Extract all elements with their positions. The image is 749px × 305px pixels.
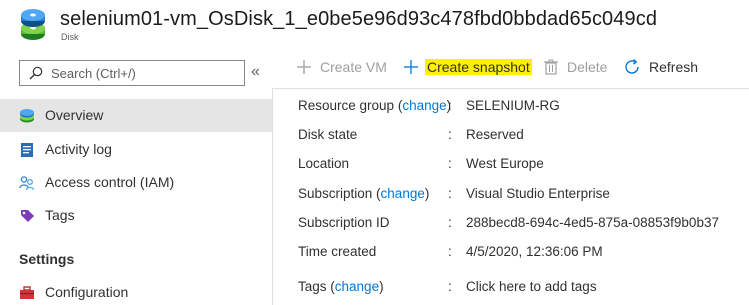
sidebar-item-label: Tags [45,207,75,223]
page-title: selenium01-vm_OsDisk_1_e0be5e96d93c478fb… [60,8,658,30]
resource-group-row: Resource group (change) : SELENIUM-RG [298,98,738,120]
add-tags-link[interactable]: Click here to add tags [466,279,597,294]
sidebar-item-label: Activity log [45,141,112,157]
create-vm-button[interactable]: Create VM [296,58,391,78]
activity-log-icon [21,143,33,157]
trash-icon [544,59,558,75]
time-created-key: Time created [298,244,377,259]
location-value: West Europe [466,156,544,171]
resource-group-value-link[interactable]: SELENIUM-RG [466,98,560,113]
change-resource-group-link[interactable]: change [402,98,446,113]
colon: : [448,156,452,171]
sidebar: Search (Ctrl+/) « Overview Activity log … [0,48,272,305]
delete-button[interactable]: Delete [543,58,613,78]
disk-state-key: Disk state [298,127,358,142]
section-settings-heading: Settings [19,251,75,267]
resource-type-label: Disk [61,32,79,42]
disk-overview-icon [20,109,34,123]
create-snapshot-button[interactable]: Create snapshot [403,58,532,78]
colon: : [448,244,452,259]
create-vm-label: Create VM [320,59,387,75]
sidebar-item-configuration[interactable]: Configuration [0,276,272,305]
sidebar-item-label: Overview [45,107,104,123]
search-placeholder: Search (Ctrl+/) [51,66,136,81]
tag-icon [21,210,34,222]
colon: : [448,279,452,294]
colon: : [448,186,452,201]
disk-icon [21,9,45,40]
location-key: Location [298,156,350,171]
refresh-label: Refresh [649,59,699,75]
command-bar: Create VM Create snapshot Delete Refresh [284,48,749,88]
search-icon [29,66,43,80]
search-input[interactable]: Search (Ctrl+/) [19,60,245,86]
collapse-sidebar-icon[interactable]: « [251,63,265,81]
resource-header: selenium01-vm_OsDisk_1_e0be5e96d93c478fb… [0,0,749,48]
subscription-id-row: Subscription ID : 288becd8-694c-4ed5-875… [298,215,738,237]
colon: : [448,127,452,142]
people-icon [19,176,35,191]
refresh-button[interactable]: Refresh [623,58,703,78]
delete-label: Delete [567,59,608,75]
sidebar-item-label: Configuration [45,284,129,300]
subscription-id-key: Subscription ID [298,215,390,230]
sidebar-item-tags[interactable]: Tags [0,199,272,232]
plus-icon [404,60,418,74]
sidebar-item-activity-log[interactable]: Activity log [0,133,272,166]
sidebar-item-access-control[interactable]: Access control (IAM) [0,166,272,199]
colon: : [448,215,452,230]
change-subscription-link[interactable]: change [381,186,425,201]
time-created-row: Time created : 4/5/2020, 12:36:06 PM [298,244,738,266]
plus-icon [297,60,311,74]
subscription-id-value: 288becd8-694c-4ed5-875a-08853f9b0b37 [466,215,719,230]
disk-state-row: Disk state : Reserved [298,127,738,149]
disk-state-value: Reserved [466,127,524,142]
location-row: Location : West Europe [298,156,738,178]
subscription-row: Subscription (change) : Visual Studio En… [298,186,738,208]
create-snapshot-label: Create snapshot [425,59,532,75]
subscription-value-link[interactable]: Visual Studio Enterprise [466,186,610,201]
sidebar-item-overview[interactable]: Overview [0,99,272,132]
tags-key: Tags (change) [298,279,384,294]
toolbox-icon [20,286,34,299]
resource-group-key: Resource group (change) [298,98,452,113]
refresh-icon [625,58,639,74]
change-tags-link[interactable]: change [335,279,379,294]
subscription-key: Subscription (change) [298,186,430,201]
time-created-value: 4/5/2020, 12:36:06 PM [466,244,603,259]
colon: : [448,98,452,113]
sidebar-item-label: Access control (IAM) [45,174,175,190]
tags-row: Tags (change) : Click here to add tags [298,279,738,301]
